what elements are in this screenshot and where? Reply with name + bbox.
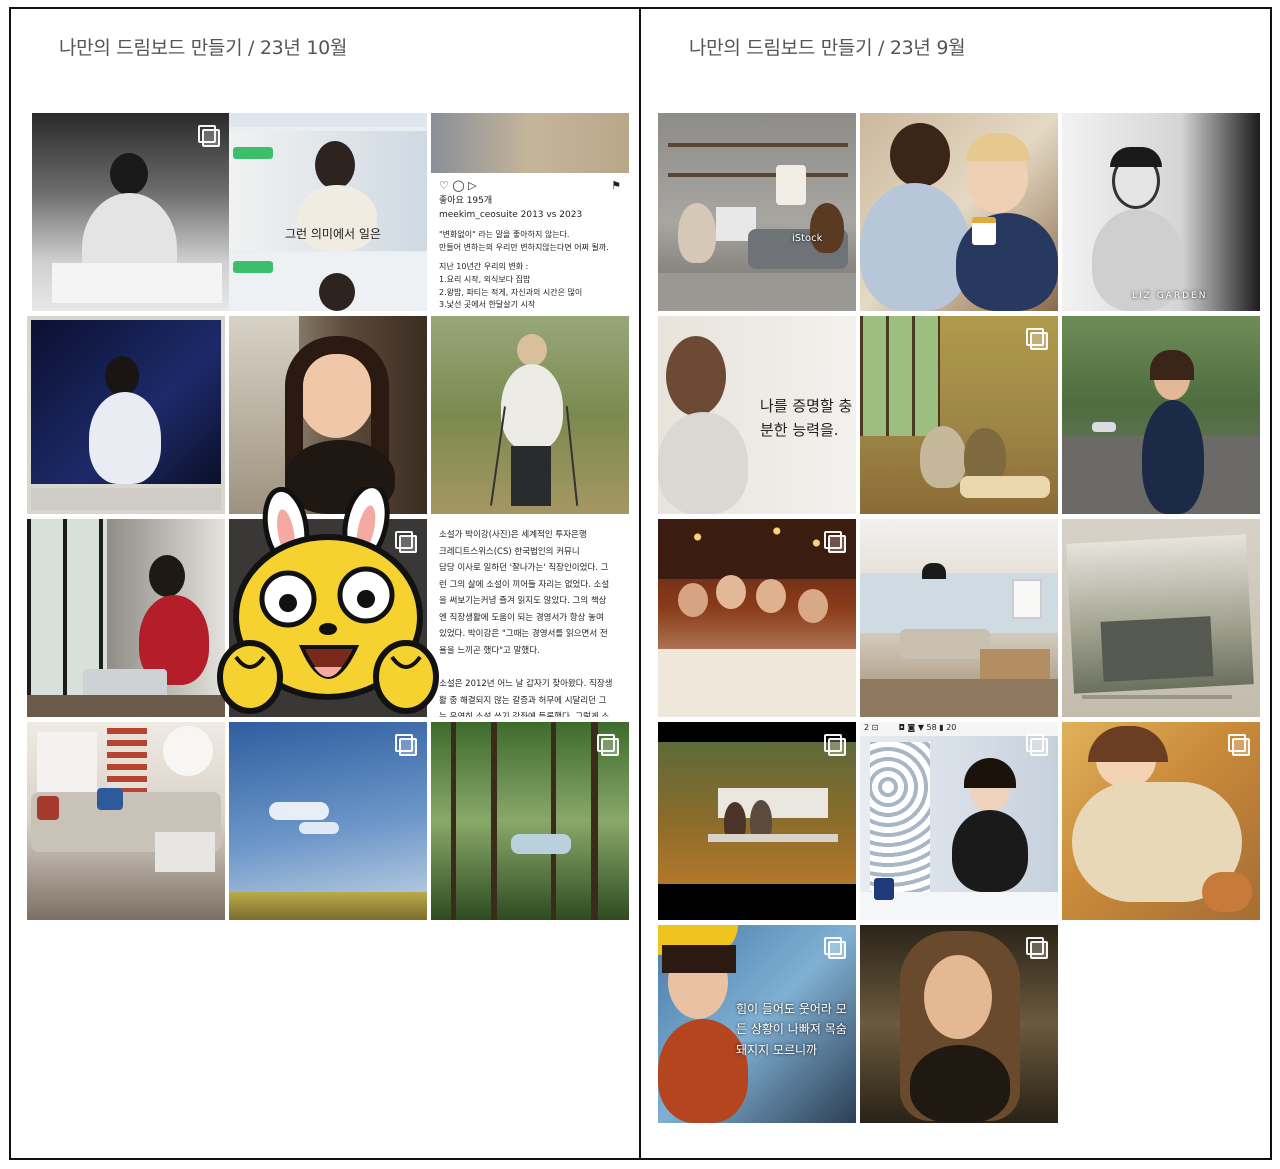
- post-list: 지난 10년간 우리의 변화 : 1.요리 시작, 외식보다 집밥 2.왕밥, …: [439, 262, 583, 310]
- multiple-images-icon: [1026, 734, 1048, 756]
- poster-caption: 나를 증명할 충분한 능력을.: [760, 397, 853, 439]
- multiple-images-icon: [824, 937, 846, 959]
- motivational-poster-photo[interactable]: 나를 증명할 충분한 능력을.: [658, 316, 856, 514]
- multiple-images-icon: [824, 734, 846, 756]
- hiker-photo[interactable]: [431, 316, 629, 514]
- bookmark-icon[interactable]: ⚑: [611, 179, 621, 192]
- illustration-cafe-photo[interactable]: [860, 316, 1058, 514]
- illustration-sleeping-photo[interactable]: [1062, 722, 1260, 920]
- sky-book-photo[interactable]: [229, 722, 427, 920]
- post-username: meekim_ceosuite 2013 vs 2023: [439, 210, 583, 220]
- holiday-dinner-photo[interactable]: [658, 519, 856, 717]
- living-room-photo[interactable]: [27, 722, 225, 920]
- phone-status-bar: 2 ⊡ ◘ ◙ ▼ 58 ▮ 20: [864, 723, 957, 732]
- multiple-images-icon: [824, 531, 846, 553]
- book-page-photo[interactable]: [1062, 519, 1260, 717]
- multiple-images-icon: [1026, 328, 1048, 350]
- tv-singer-photo[interactable]: [27, 316, 225, 514]
- dreamboard-september-panel: 나만의 드림보드 만들기 / 23년 9월 iStock LIZ GARDEN …: [641, 9, 1270, 1158]
- panel-title: 나만의 드림보드 만들기 / 23년 10월: [59, 37, 348, 59]
- post-quote: "변화없이" 라는 말을 좋아하지 않는다. 만들어 변하는의 우리만 변하지않…: [439, 230, 609, 252]
- news-anchor-photo[interactable]: 2 ⊡ ◘ ◙ ▼ 58 ▮ 20: [860, 722, 1058, 920]
- tv-show-screenshot[interactable]: 그런 의미에서 일은: [229, 113, 427, 311]
- multiple-images-icon: [1228, 734, 1250, 756]
- post-action-icons[interactable]: ♡ ◯ ▷: [439, 179, 477, 192]
- multiple-images-icon: [198, 125, 220, 147]
- movie-bench-scene-photo[interactable]: [658, 722, 856, 920]
- office-woman-laptop-photo[interactable]: [27, 519, 225, 717]
- drama-caption: 힘이 들어도 웃어라 모든 상황이 나빠져 목숨 돼지지 모르니까: [736, 1002, 847, 1057]
- news-article-text[interactable]: 소설가 박이강(사진)은 세계적인 투자은행 크레디트스위스(CS) 한국법인의…: [431, 519, 629, 717]
- liz-garden-watermark: LIZ GARDEN: [1132, 291, 1208, 301]
- forest-photo[interactable]: [431, 722, 629, 920]
- stock-watermark: iStock: [792, 233, 823, 244]
- rabbit-sticker: [217, 487, 439, 714]
- multiple-images-icon: [1026, 937, 1048, 959]
- multiple-images-icon: [395, 734, 417, 756]
- actress-laughing-photo[interactable]: [229, 316, 427, 514]
- running-woman-photo[interactable]: [1062, 316, 1260, 514]
- drama-scene-photo[interactable]: 힘이 들어도 웃어라 모든 상황이 나빠져 목숨 돼지지 모르니까: [658, 925, 856, 1123]
- bright-living-room-photo[interactable]: [860, 519, 1058, 717]
- article-text: 소설가 박이강(사진)은 세계적인 투자은행 크레디트스위스(CS) 한국법인의…: [439, 530, 613, 717]
- panel-title: 나만의 드림보드 만들기 / 23년 9월: [689, 37, 966, 59]
- dreamboard-october-panel: 나만의 드림보드 만들기 / 23년 10월 그런 의미에서 일은 ♡ ◯ ▷ …: [11, 9, 639, 1158]
- friends-coffee-photo[interactable]: [860, 113, 1058, 311]
- multiple-images-icon: [597, 734, 619, 756]
- bw-portrait-photo[interactable]: LIZ GARDEN: [1062, 113, 1260, 311]
- tv-caption: 그런 의미에서 일은: [285, 227, 381, 241]
- home-office-photo[interactable]: iStock: [658, 113, 856, 311]
- bw-writer-photo[interactable]: [32, 113, 230, 311]
- instagram-post-screenshot[interactable]: ♡ ◯ ▷ ⚑ 좋아요 195개 meekim_ceosuite 2013 vs…: [431, 113, 629, 311]
- actress-portrait-photo[interactable]: [860, 925, 1058, 1123]
